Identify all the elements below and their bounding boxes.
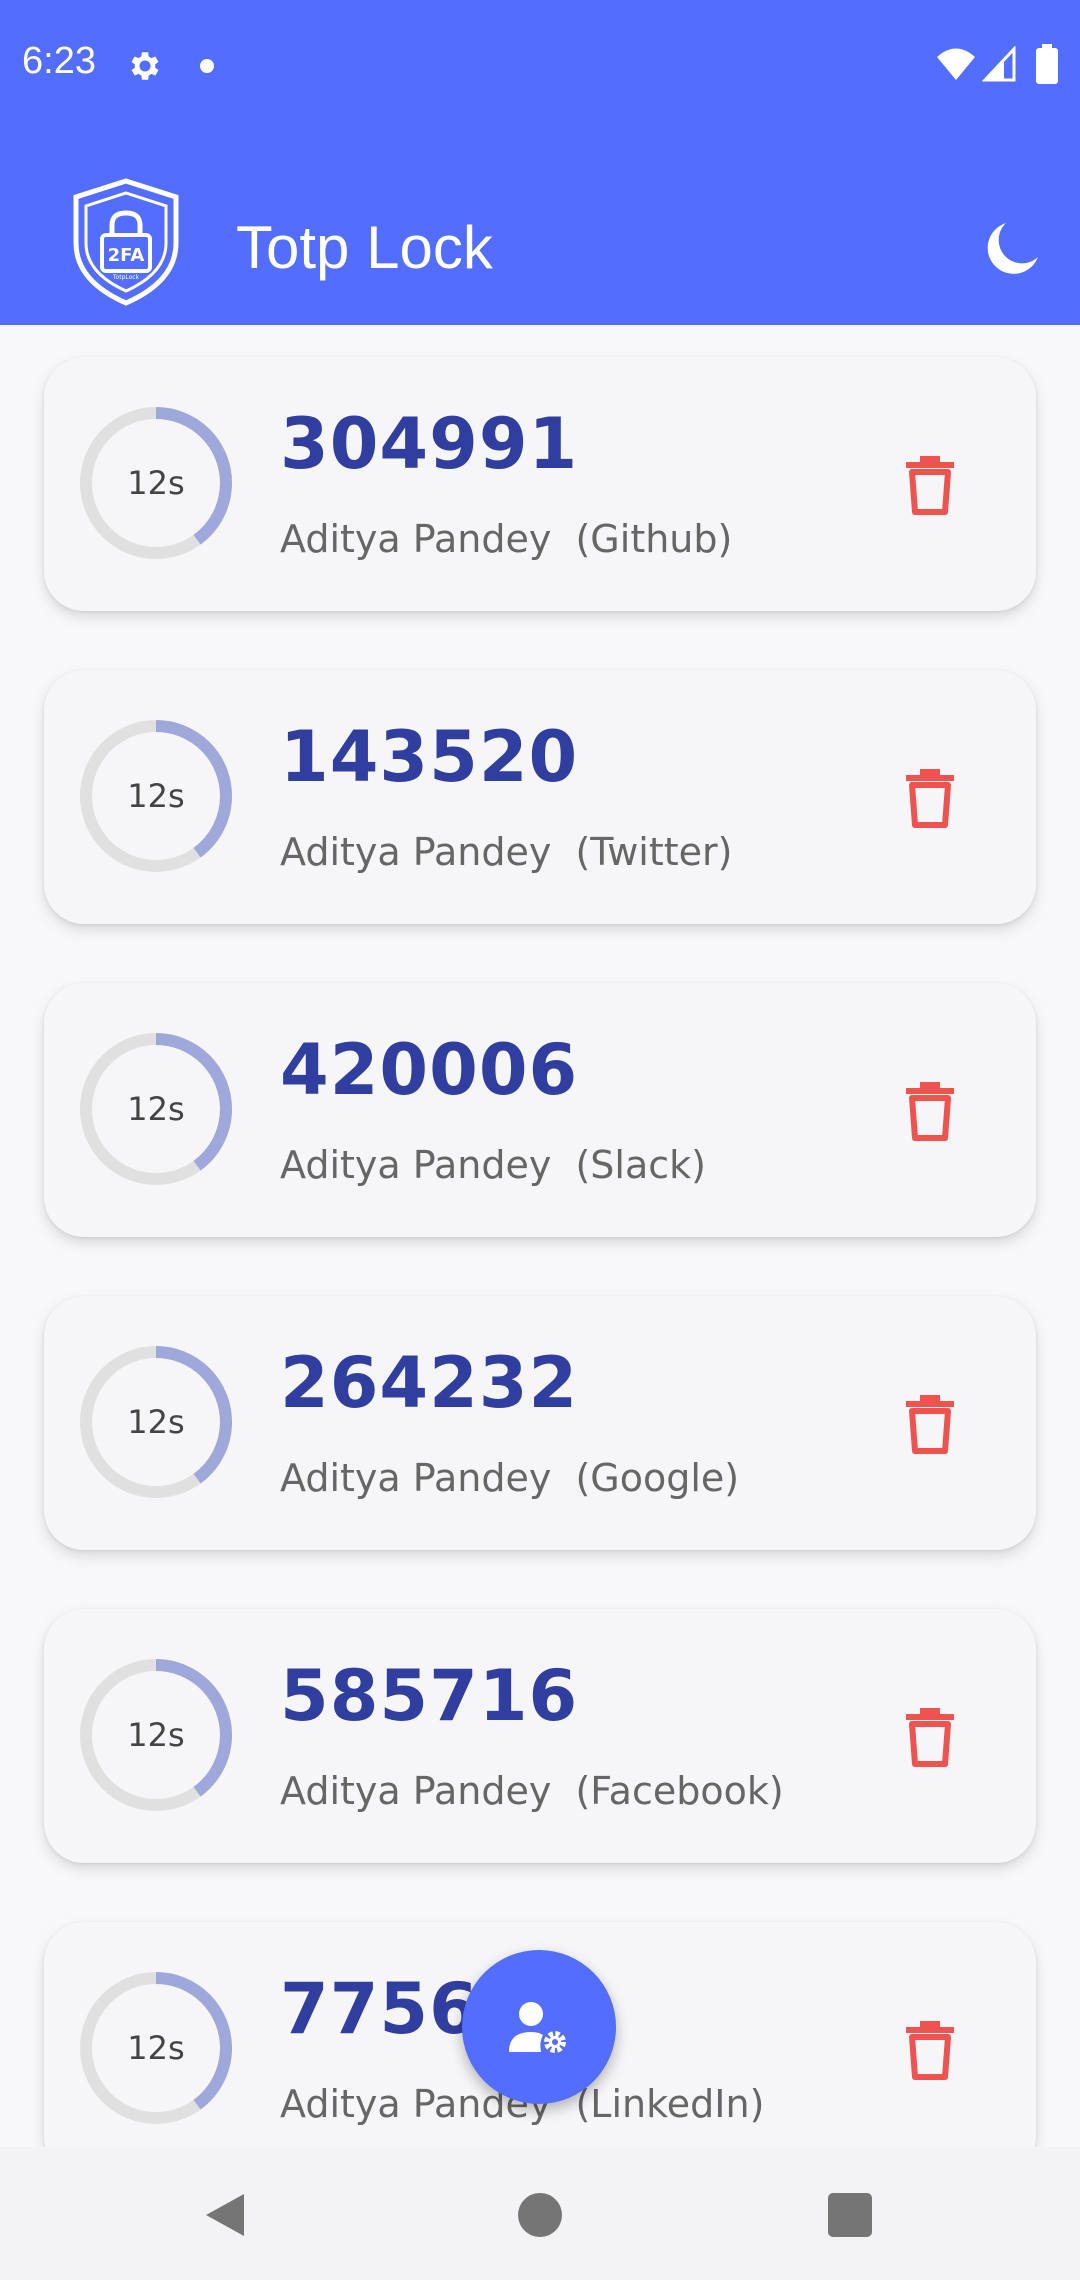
otp-code[interactable]: 585716 (280, 1655, 578, 1737)
trash-icon[interactable] (898, 1391, 962, 1455)
countdown-label: 12s (127, 2029, 185, 2067)
otp-code[interactable]: 304991 (280, 403, 578, 485)
system-nav-bar (0, 2147, 1080, 2280)
user-settings-icon (509, 2002, 566, 2053)
signal-icon (982, 46, 1016, 82)
countdown-ring: 12s (78, 1031, 234, 1187)
battery-icon (1036, 44, 1058, 84)
trash-icon[interactable] (898, 1704, 962, 1768)
countdown-label: 12s (127, 1716, 185, 1754)
add-account-button[interactable] (462, 1950, 616, 2104)
home-icon[interactable] (518, 2193, 562, 2237)
otp-code[interactable]: 143520 (280, 716, 578, 798)
countdown-label: 12s (127, 1090, 185, 1128)
countdown-ring: 12s (78, 718, 234, 874)
account-label: Aditya Pandey (Github) (280, 517, 733, 561)
account-card[interactable]: 12s 264232 Aditya Pandey (Google) (44, 1296, 1036, 1550)
account-card[interactable]: 12s 420006 Aditya Pandey (Slack) (44, 983, 1036, 1237)
countdown-label: 12s (127, 1403, 185, 1441)
trash-icon[interactable] (898, 765, 962, 829)
account-label: Aditya Pandey (Slack) (280, 1143, 706, 1187)
trash-icon[interactable] (898, 452, 962, 516)
account-list[interactable]: 12s 304991 Aditya Pandey (Github) 12s 143520… (0, 325, 1080, 2147)
status-bar: 6:23 (0, 0, 1080, 135)
logo-subtext: TotpLock (112, 274, 140, 281)
recents-icon[interactable] (828, 2193, 872, 2237)
otp-code[interactable]: 264232 (280, 1342, 578, 1424)
app-title: Totp Lock (236, 214, 493, 281)
account-card[interactable]: 12s 304991 Aditya Pandey (Github) (44, 357, 1036, 611)
countdown-ring: 12s (78, 405, 234, 561)
trash-icon[interactable] (898, 2017, 962, 2081)
countdown-ring: 12s (78, 1344, 234, 1500)
wifi-icon (937, 48, 975, 80)
account-card[interactable]: 12s 143520 Aditya Pandey (Twitter) (44, 670, 1036, 924)
notification-dot-icon (200, 59, 214, 73)
status-time: 6:23 (22, 40, 96, 82)
gear-icon (131, 52, 159, 80)
trash-icon[interactable] (898, 1078, 962, 1142)
app-bar: 2FA TotpLock Totp Lock (0, 135, 1080, 325)
countdown-ring: 12s (78, 1970, 234, 2126)
logo-text: 2FA (108, 245, 145, 266)
back-icon[interactable] (200, 2190, 250, 2240)
moon-icon[interactable] (982, 217, 1044, 279)
account-card[interactable]: 12s 585716 Aditya Pandey (Facebook) (44, 1609, 1036, 1863)
account-label: Aditya Pandey (Facebook) (280, 1769, 784, 1813)
screen: 6:23 2FA TotpLock Totp Lock 12s 304991 A… (0, 0, 1080, 2280)
countdown-ring: 12s (78, 1657, 234, 1813)
countdown-label: 12s (127, 777, 185, 815)
otp-code[interactable]: 420006 (280, 1029, 578, 1111)
shield-lock-logo-icon: 2FA TotpLock (73, 178, 179, 306)
account-label: Aditya Pandey (Google) (280, 1456, 740, 1500)
countdown-label: 12s (127, 464, 185, 502)
account-label: Aditya Pandey (Twitter) (280, 830, 733, 874)
